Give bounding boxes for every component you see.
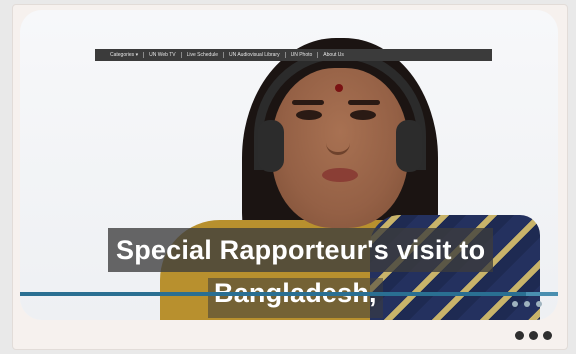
mouth [322, 168, 358, 182]
nav-about-us[interactable]: About Us [318, 52, 349, 58]
nav-audiovisual-library[interactable]: UN Audiovisual Library [224, 52, 286, 58]
bindi [335, 84, 343, 92]
more-dot [543, 331, 552, 340]
caption-line-2: Bangladesh, [208, 278, 383, 318]
un-web-tv-navbar: Categories ▾ UN Web TV Live Schedule UN … [95, 49, 492, 61]
more-horizontal-icon[interactable] [515, 331, 552, 340]
more-dot [515, 331, 524, 340]
headphone-right [396, 120, 422, 172]
nav-categories[interactable]: Categories ▾ [105, 52, 145, 58]
status-dot [512, 301, 518, 307]
status-dot [536, 301, 542, 307]
player-status-dots [512, 301, 542, 307]
headphone-left [258, 120, 284, 172]
nav-un-photo[interactable]: UN Photo [286, 52, 319, 58]
nav-un-web-tv[interactable]: UN Web TV [144, 52, 182, 58]
more-dot [529, 331, 538, 340]
status-dot [524, 301, 530, 307]
video-progress-bar[interactable] [20, 292, 558, 296]
caption-line-1: Special Rapporteur's visit to [108, 228, 494, 272]
caption-text-1: Special Rapporteur's visit to [116, 234, 486, 265]
brow-right [348, 100, 380, 105]
nav-live-schedule[interactable]: Live Schedule [182, 52, 225, 58]
video-progress-fill [20, 292, 526, 296]
brow-left [292, 100, 324, 105]
eye-right [350, 110, 376, 120]
eye-left [296, 110, 322, 120]
nose [326, 130, 350, 155]
